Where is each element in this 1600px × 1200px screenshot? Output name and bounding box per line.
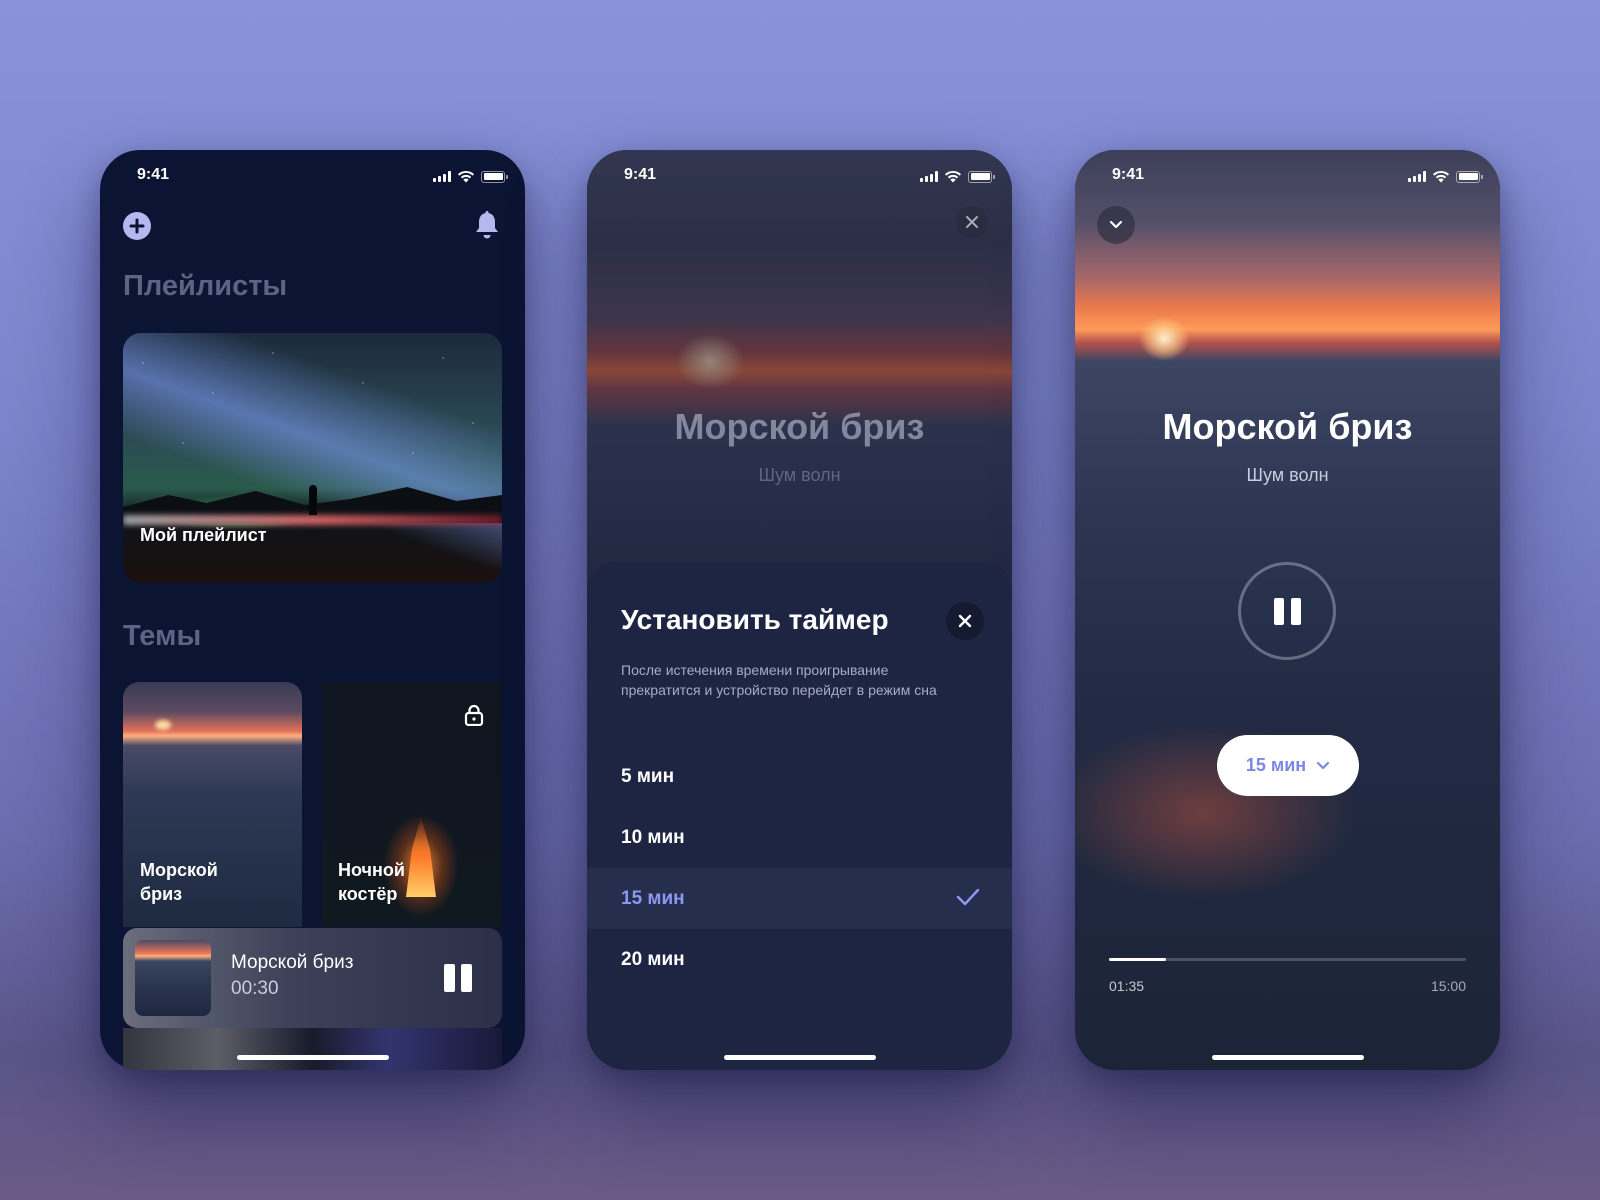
mini-player-artwork (135, 940, 211, 1016)
signal-icon (1408, 171, 1426, 182)
lock-icon (464, 704, 484, 726)
track-title: Морской бриз (1162, 406, 1413, 447)
timer-option-label: 15 мин (621, 887, 685, 909)
home-indicator (1211, 1055, 1364, 1060)
playlist-card-label: Мой плейлист (140, 525, 267, 545)
progress-bar[interactable] (1109, 958, 1466, 961)
pause-icon[interactable] (444, 964, 472, 992)
status-time: 9:41 (137, 166, 170, 183)
timer-option[interactable]: 5 мин (587, 746, 1012, 807)
status-time: 9:41 (624, 166, 657, 183)
battery-icon (1456, 170, 1483, 183)
section-title-themes: Темы (123, 620, 202, 652)
theme-cards-next-row (123, 1028, 502, 1070)
elapsed-time: 01:35 (1109, 978, 1145, 994)
progress-fill (1109, 958, 1167, 961)
status-bar: 9:41 (1075, 150, 1500, 202)
signal-icon (433, 171, 451, 182)
mini-player-title: Морской бриз (231, 952, 354, 973)
close-player-button[interactable] (956, 206, 988, 238)
playlist-card[interactable]: Мой плейлист (123, 333, 502, 583)
collapse-player-button[interactable] (1097, 206, 1135, 244)
track-title: Морской бриз (674, 406, 925, 447)
home-indicator (723, 1055, 876, 1060)
status-bar: 9:41 (100, 150, 525, 202)
track-subtitle: Шум волн (758, 465, 841, 485)
chevron-down-icon (1317, 761, 1330, 769)
sheet-description: После истечения времени проигрывание пре… (621, 662, 937, 698)
home-indicator (236, 1055, 389, 1060)
total-time: 15:00 (1430, 978, 1466, 994)
theme-card-sea[interactable]: Морской бриз (123, 682, 302, 927)
theme-card-label: Морской бриз (140, 860, 218, 904)
status-bar: 9:41 (587, 150, 1012, 202)
wifi-icon (1433, 170, 1449, 183)
sheet-title: Установить таймер (621, 604, 889, 635)
theme-card-fire[interactable]: Ночной костёр (322, 682, 502, 927)
timer-option[interactable]: 20 мин (587, 929, 1012, 990)
timer-screen: 9:41 Морской бриз Шум волн Установить та… (587, 150, 1012, 1070)
wifi-icon (945, 170, 961, 183)
close-icon (966, 216, 978, 228)
timer-label: 15 мин (1245, 755, 1307, 775)
add-button[interactable] (123, 212, 151, 240)
mini-player-time: 00:30 (231, 978, 279, 999)
track-subtitle: Шум волн (1246, 465, 1329, 485)
chevron-down-icon (1109, 220, 1123, 229)
check-icon (956, 888, 980, 906)
pause-button[interactable] (1238, 562, 1336, 660)
signal-icon (920, 171, 938, 182)
theme-card-label: Ночной костёр (338, 860, 405, 904)
sheet-close-button[interactable] (946, 602, 984, 640)
timer-option[interactable]: 10 мин (587, 807, 1012, 868)
wifi-icon (458, 170, 474, 183)
pause-icon (1273, 597, 1284, 625)
add-icon (129, 218, 145, 234)
status-time: 9:41 (1112, 166, 1145, 183)
timer-sheet: Установить таймер После истечения времен… (587, 562, 1012, 1070)
player-screen: 9:41 Морской бриз Шум волн 15 мин 01:35 … (1075, 150, 1500, 1070)
section-title-playlists: Плейлисты (123, 270, 288, 302)
bell-icon[interactable] (473, 210, 501, 240)
battery-icon (481, 170, 508, 183)
timer-button[interactable]: 15 мин (1217, 735, 1359, 796)
home-screen: 9:41 Плейлисты Мой плейлист Темы Морской… (100, 150, 525, 1070)
mini-player[interactable]: Морской бриз 00:30 (123, 928, 502, 1028)
battery-icon (968, 170, 995, 183)
timer-option-selected[interactable]: 15 мин (587, 868, 1012, 929)
close-icon (958, 614, 972, 628)
